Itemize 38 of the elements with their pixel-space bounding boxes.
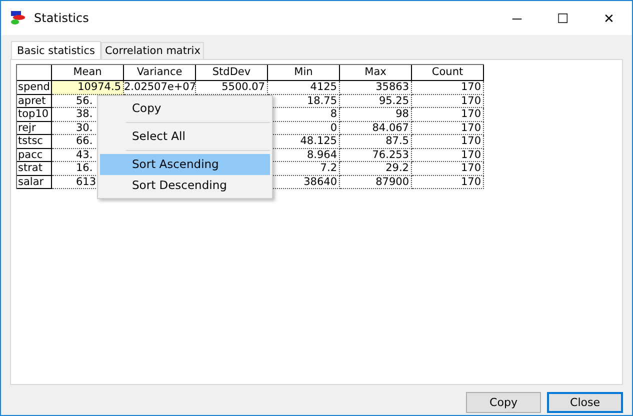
row-header[interactable]: apret	[17, 94, 52, 108]
table-cell: 170	[412, 94, 484, 108]
table-cell: 87.5	[340, 135, 412, 148]
menu-item[interactable]: Sort Ascending	[100, 154, 270, 175]
table-cell: 170	[412, 122, 484, 135]
row-header[interactable]: rejr	[17, 122, 52, 135]
table-cell: 87900	[340, 176, 412, 189]
table-cell: 35863	[340, 81, 412, 94]
table-cell: 84.067	[340, 122, 412, 135]
row-header[interactable]: salar	[17, 176, 52, 189]
close-button[interactable]: Close	[547, 392, 623, 413]
row-header[interactable]: top10	[17, 108, 52, 122]
row-header[interactable]: strat	[17, 162, 52, 176]
table-cell: 95.25	[340, 94, 412, 108]
table-cell: 76.253	[340, 148, 412, 162]
column-header[interactable]: Max	[340, 65, 412, 81]
table-cell: 170	[412, 135, 484, 148]
row-header[interactable]: pacc	[17, 148, 52, 162]
tab[interactable]: Basic statistics	[11, 41, 101, 60]
table-cell: 98	[340, 108, 412, 122]
corner-cell	[17, 65, 52, 81]
table-cell: 10974.5	[52, 81, 124, 94]
column-header[interactable]: Variance	[124, 65, 196, 81]
column-header[interactable]: Min	[268, 65, 340, 81]
table-cell: 170	[412, 176, 484, 189]
table-cell: 170	[412, 81, 484, 94]
tab[interactable]: Correlation matrix	[100, 42, 204, 59]
table-cell: 170	[412, 148, 484, 162]
stacked-shapes-icon	[10, 10, 26, 26]
table-cell: 29.2	[340, 162, 412, 176]
table-cell: 4125	[268, 81, 340, 94]
column-header[interactable]: StdDev	[196, 65, 268, 81]
table-cell: 170	[412, 162, 484, 176]
window-title: Statistics	[34, 11, 90, 25]
copy-button[interactable]: Copy	[466, 392, 541, 413]
table-cell: 170	[412, 108, 484, 122]
row-header[interactable]: tstsc	[17, 135, 52, 148]
column-header[interactable]: Count	[412, 65, 484, 81]
